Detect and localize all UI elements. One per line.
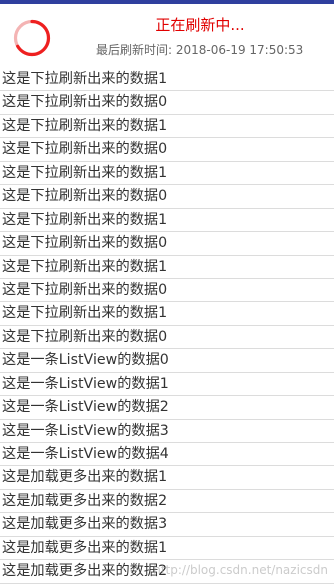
list-item[interactable]: 这是下拉刷新出来的数据1 [0, 302, 334, 326]
watermark: http://blog.csdn.net/nazicsdn [153, 563, 328, 577]
list-item[interactable]: 这是加载更多出来的数据1 [0, 466, 334, 490]
list-view[interactable]: 这是下拉刷新出来的数据1 这是下拉刷新出来的数据0 这是下拉刷新出来的数据1 这… [0, 68, 334, 584]
list-item[interactable]: 这是一条ListView的数据0 [0, 349, 334, 373]
list-item[interactable]: 这是下拉刷新出来的数据1 [0, 68, 334, 92]
list-item[interactable]: 这是加载更多出来的数据3 [0, 513, 334, 537]
pull-refresh-header: 正在刷新中... 最后刷新时间: 2018-06-19 17:50:53 [0, 4, 334, 68]
list-item[interactable]: 这是下拉刷新出来的数据0 [0, 91, 334, 115]
list-item[interactable]: 这是一条ListView的数据1 [0, 373, 334, 397]
list-item[interactable]: 这是下拉刷新出来的数据1 [0, 256, 334, 279]
last-refresh-time: 最后刷新时间: 2018-06-19 17:50:53 [96, 43, 304, 57]
list-item[interactable]: 这是一条ListView的数据3 [0, 420, 334, 443]
list-item[interactable]: 这是下拉刷新出来的数据0 [0, 185, 334, 209]
list-item[interactable]: 这是一条ListView的数据4 [0, 443, 334, 467]
list-item[interactable]: 这是加载更多出来的数据2 [0, 490, 334, 514]
list-item[interactable]: 这是下拉刷新出来的数据1 [0, 115, 334, 139]
list-item[interactable]: 这是下拉刷新出来的数据0 [0, 326, 334, 350]
list-item[interactable]: 这是下拉刷新出来的数据0 [0, 279, 334, 303]
list-item[interactable]: 这是下拉刷新出来的数据0 [0, 138, 334, 162]
progress-spinner-icon [12, 18, 52, 58]
list-item[interactable]: 这是加载更多出来的数据1 [0, 537, 334, 561]
list-item[interactable]: 这是下拉刷新出来的数据0 [0, 232, 334, 256]
list-item[interactable]: 这是一条ListView的数据2 [0, 396, 334, 420]
list-item[interactable]: 这是下拉刷新出来的数据1 [0, 162, 334, 186]
list-item[interactable]: 这是下拉刷新出来的数据1 [0, 209, 334, 233]
refresh-status-title: 正在刷新中... [155, 16, 245, 34]
